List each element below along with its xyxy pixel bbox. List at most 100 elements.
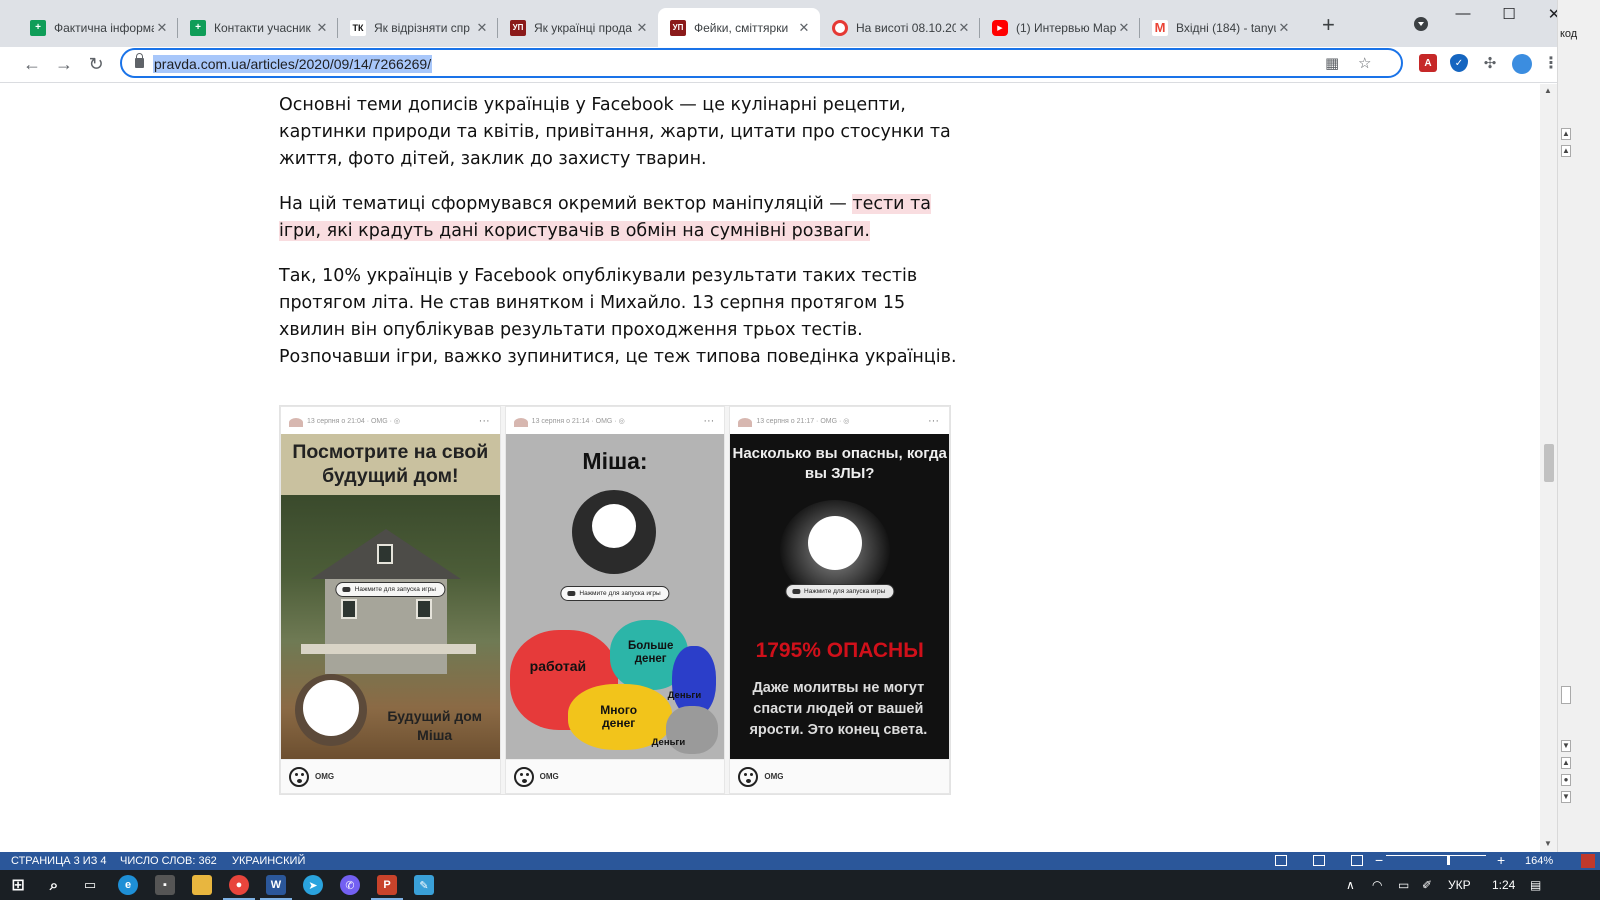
forward-icon[interactable]: → [52, 54, 76, 75]
file-explorer-icon[interactable] [192, 875, 212, 895]
new-tab-button[interactable]: + [1322, 14, 1335, 36]
task-view-icon[interactable]: ▭ [80, 875, 100, 895]
house-window [377, 544, 393, 564]
minimize-button[interactable]: — [1440, 5, 1486, 22]
search-icon[interactable]: ⌕ [44, 875, 64, 895]
page-counter[interactable]: СТРАНИЦА 3 ИЗ 4 [11, 855, 107, 867]
reload-icon[interactable]: ↻ [84, 54, 108, 75]
edge-icon[interactable]: e [118, 875, 138, 895]
word-prev-page-icon[interactable]: ▲ [1561, 757, 1571, 769]
zoom-level[interactable]: 164% [1525, 855, 1553, 867]
telegram-icon[interactable]: ➤ [303, 875, 323, 895]
tab-1[interactable]: + Контакти учасник ✕ [178, 8, 338, 47]
close-tab-icon[interactable]: ✕ [154, 20, 170, 36]
battery-icon[interactable]: ▭ [1398, 878, 1409, 892]
pdf-extension-icon[interactable]: A [1419, 54, 1437, 72]
scroll-up-icon[interactable]: ▲ [1544, 86, 1552, 95]
tab-title: Контакти учасник [214, 20, 311, 35]
tab-active[interactable]: УП Фейки, сміттярки ✕ [658, 8, 820, 47]
tab-title: (1) Интервью Мар [1016, 20, 1116, 35]
card-footer: OMG [730, 759, 950, 793]
clock[interactable]: 1:24 [1492, 878, 1515, 892]
lobe-label: Больше денег [627, 640, 674, 665]
print-layout-icon[interactable] [1313, 855, 1325, 866]
word-next-page-icon[interactable]: ▼ [1561, 791, 1571, 803]
network-icon[interactable]: ◠ [1372, 878, 1382, 892]
word-scroll-thumb[interactable] [1561, 686, 1571, 704]
zoom-out-button[interactable]: − [1375, 852, 1383, 868]
word-notification-icon[interactable] [1581, 854, 1595, 868]
tab-2[interactable]: ТК Як відрізняти спр ✕ [338, 8, 498, 47]
youtube-icon: ▶ [992, 19, 1008, 36]
zoom-slider-knob[interactable] [1447, 855, 1450, 865]
close-tab-icon[interactable]: ✕ [634, 20, 650, 36]
paint-icon[interactable]: ✎ [414, 875, 434, 895]
tab-0[interactable]: + Фактична інформа ✕ [18, 8, 178, 47]
notifications-icon[interactable]: ▤ [1530, 878, 1541, 892]
web-layout-icon[interactable] [1351, 855, 1363, 866]
close-tab-icon[interactable]: ✕ [314, 20, 330, 36]
tab-title: На висоті 08.10.20 [856, 20, 956, 35]
house-porch [301, 644, 476, 654]
maximize-button[interactable]: ☐ [1486, 5, 1532, 23]
word-scroll-down-icon[interactable]: ▼ [1561, 740, 1571, 752]
close-tab-icon[interactable]: ✕ [956, 20, 972, 36]
address-bar[interactable]: pravda.com.ua/articles/2020/09/14/726626… [120, 48, 1403, 78]
close-tab-icon[interactable]: ✕ [1116, 20, 1132, 36]
url-text[interactable]: pravda.com.ua/articles/2020/09/14/726626… [153, 55, 433, 73]
viber-icon[interactable]: ✆ [340, 875, 360, 895]
test-card-brain: 13 серпня о 21:14 · OMG · ◎ ··· Міша: ра… [504, 406, 726, 794]
card-headline: Насколько вы опасны, когда вы ЗЛЫ? [732, 445, 947, 482]
bookmark-star-icon[interactable]: ☆ [1358, 54, 1371, 72]
back-icon[interactable]: ← [20, 54, 44, 75]
profile-avatar[interactable] [1512, 54, 1532, 74]
tab-search-icon[interactable] [1414, 17, 1428, 31]
keyboard-language[interactable]: УКР [1448, 878, 1471, 892]
paragraph-text: На цій тематиці сформувався окремий вект… [279, 194, 853, 214]
card-header: 13 серпня о 21:14 · OMG · ◎ ··· [506, 407, 725, 434]
page-viewport[interactable]: Основні теми дописів українців у Faceboo… [0, 84, 1540, 852]
tray-chevron-icon[interactable]: ∧ [1346, 878, 1355, 892]
qr-code-icon[interactable]: ▦ [1325, 54, 1339, 72]
scroll-down-icon[interactable]: ▼ [1544, 839, 1552, 848]
danger-result: 1795% ОПАСНЫ [755, 639, 924, 662]
tab-title: Як українці прода [534, 20, 632, 35]
windows-start-icon[interactable]: ⊞ [8, 875, 28, 895]
scrollbar-thumb[interactable] [1544, 444, 1554, 482]
word-icon[interactable]: W [260, 875, 292, 900]
house-window [341, 599, 357, 619]
store-icon[interactable]: ▪ [155, 875, 175, 895]
tab-title: Фактична інформа [54, 20, 154, 35]
tab-5[interactable]: На висоті 08.10.20 ✕ [820, 8, 980, 47]
word-select-browse-icon[interactable]: ● [1561, 774, 1571, 786]
shield-extension-icon[interactable]: ✓ [1450, 54, 1468, 72]
card-header: 13 серпня о 21:04 · OMG · ◎ ··· [281, 407, 500, 434]
page-scrollbar[interactable]: ▲ ▼ [1540, 84, 1557, 852]
tab-3[interactable]: УП Як українці прода ✕ [498, 8, 658, 47]
omg-logo-icon [513, 767, 534, 787]
pen-icon[interactable]: ✐ [1422, 878, 1432, 892]
word-scroll-up-icon[interactable]: ▲ [1561, 145, 1571, 157]
zoom-in-button[interactable]: + [1497, 852, 1505, 868]
test-card-danger: 13 серпня о 21:17 · OMG · ◎ ··· Наскольк… [729, 406, 951, 794]
card-footer: OMG [281, 759, 500, 793]
tab-6[interactable]: ▶ (1) Интервью Мар ✕ [980, 8, 1140, 47]
chrome-icon[interactable]: ● [223, 875, 255, 900]
powerpoint-icon[interactable]: P [371, 875, 403, 900]
language-indicator[interactable]: УКРАИНСКИЙ [232, 855, 305, 867]
blurred-face [303, 680, 359, 736]
card-headline: Посмотрите на свой будущий дом! [292, 441, 489, 487]
blurred-face [591, 504, 636, 548]
card-headline: Міша: [582, 448, 648, 474]
tab-7[interactable]: M Вхідні (184) - tanyu ✕ [1140, 8, 1300, 47]
close-tab-icon[interactable]: ✕ [474, 20, 490, 36]
close-tab-icon[interactable]: ✕ [1276, 20, 1292, 36]
read-mode-icon[interactable] [1275, 855, 1287, 866]
zoom-slider[interactable] [1386, 855, 1486, 856]
word-scroll-up-icon[interactable]: ▲ [1561, 128, 1571, 140]
card-artwork: Міша: работай Больше денег Деньги Много … [505, 434, 725, 761]
lock-icon[interactable] [135, 53, 144, 68]
word-count[interactable]: ЧИСЛО СЛОВ: 362 [120, 855, 217, 867]
extensions-puzzle-icon[interactable]: ✣ [1481, 54, 1499, 72]
close-tab-icon[interactable]: ✕ [796, 20, 812, 36]
